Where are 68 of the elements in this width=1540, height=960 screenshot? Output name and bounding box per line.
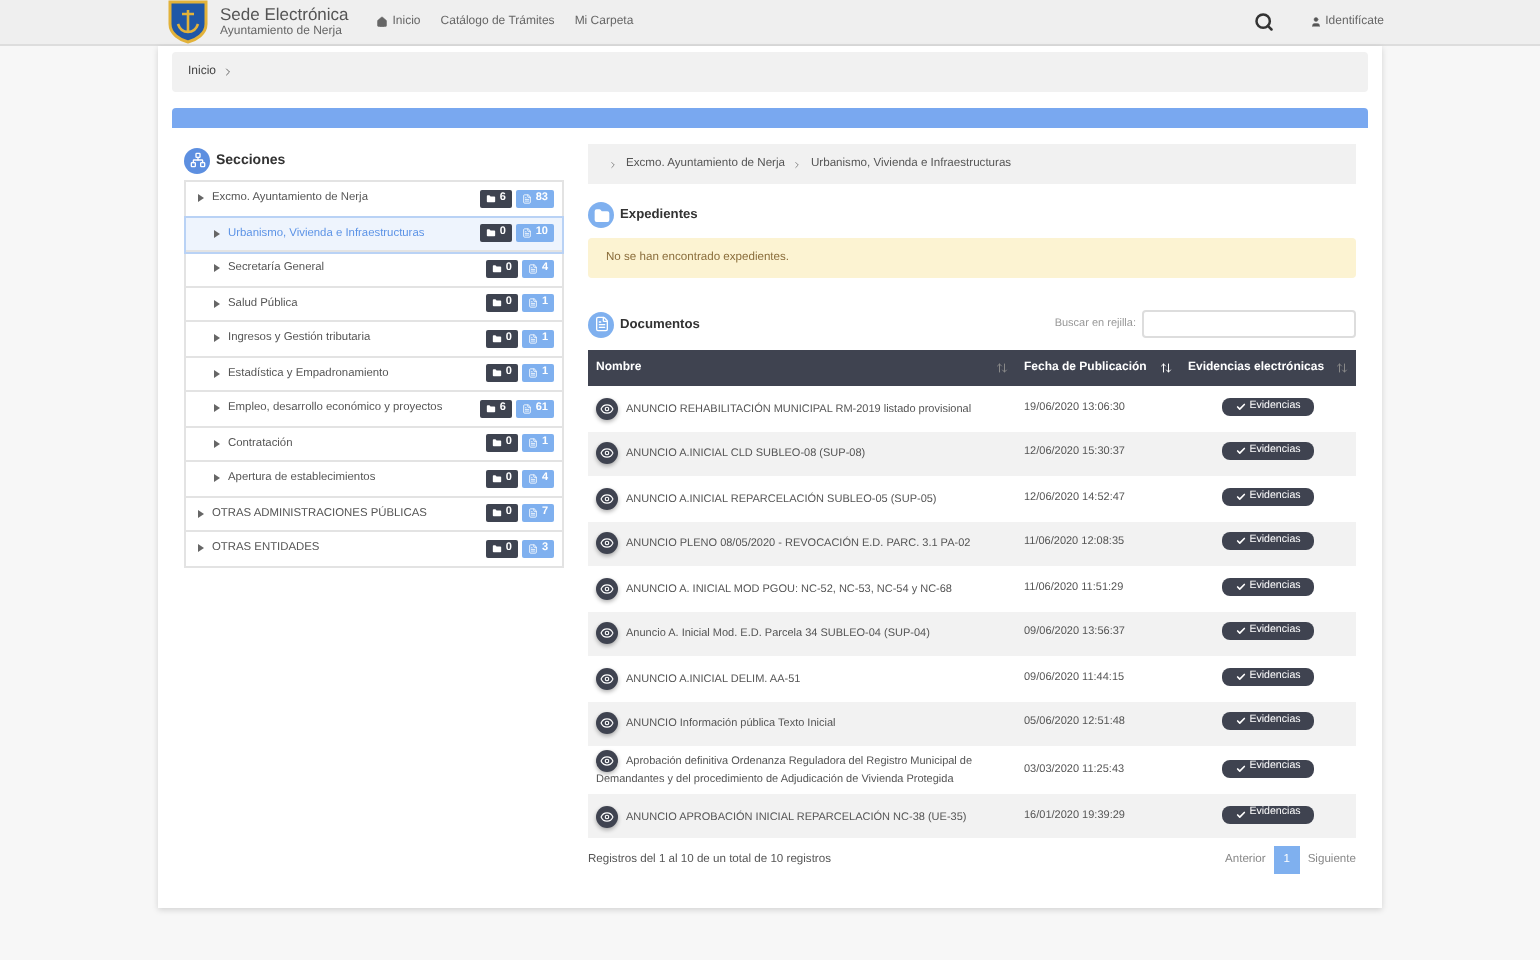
view-icon[interactable] (596, 667, 618, 690)
search-field[interactable] (1142, 310, 1356, 338)
check-icon (1235, 716, 1246, 727)
chevron-icon (222, 66, 235, 78)
caret-icon (212, 439, 220, 448)
check-icon (1235, 581, 1246, 592)
caret-icon (212, 369, 220, 378)
check-icon (1235, 763, 1246, 773)
sort-icon (996, 362, 1008, 374)
view-icon[interactable] (596, 750, 618, 772)
view-icon[interactable] (596, 532, 618, 555)
view-icon[interactable] (596, 487, 618, 510)
folder-icon (491, 368, 502, 379)
sitemap-icon (184, 147, 210, 173)
chevron-icon (608, 159, 618, 169)
caret-icon (196, 509, 204, 518)
document-icon (521, 193, 532, 204)
caret-icon (212, 334, 220, 343)
folder-icon (491, 473, 502, 484)
caret-icon (212, 229, 220, 238)
caret-icon (212, 299, 220, 308)
folder-icon (485, 193, 496, 204)
document-icon (527, 508, 538, 519)
folder-icon (491, 263, 502, 274)
site-title: Sede Electrónica (220, 5, 349, 23)
document-icon (521, 228, 532, 239)
user-icon (1309, 16, 1322, 28)
check-icon (1235, 536, 1246, 547)
caret-icon (212, 404, 220, 413)
view-icon[interactable] (596, 442, 618, 465)
document-icon (527, 438, 538, 449)
check-icon (1235, 671, 1246, 682)
folder-icon (485, 228, 496, 239)
view-icon[interactable] (596, 397, 618, 420)
sort-icon (1160, 362, 1172, 374)
view-icon[interactable] (596, 712, 618, 735)
folder-icon (491, 298, 502, 309)
document-icon (527, 368, 538, 379)
folder-icon (485, 403, 496, 414)
check-icon (1235, 626, 1246, 637)
check-icon (1235, 491, 1246, 502)
caret-icon (212, 264, 220, 273)
document-icon (521, 403, 532, 414)
check-icon (1235, 809, 1246, 820)
folder-icon (491, 333, 502, 344)
document-icon (527, 298, 538, 309)
view-icon[interactable] (596, 805, 618, 828)
folder-icon (491, 438, 502, 449)
search-icon[interactable] (1253, 12, 1274, 32)
shield-logo-icon (168, 0, 208, 44)
folder-icon (491, 508, 502, 519)
caret-icon (196, 194, 204, 203)
home-icon (376, 16, 389, 28)
document-icon (527, 263, 538, 274)
view-icon[interactable] (596, 622, 618, 645)
chevron-icon (792, 159, 803, 169)
caret-icon (196, 544, 204, 553)
document-icon (527, 333, 538, 344)
document-icon (527, 473, 538, 484)
folder-icon (588, 202, 614, 228)
caret-icon (212, 474, 220, 483)
document-icon (588, 311, 614, 337)
sort-icon (1336, 362, 1348, 374)
folder-icon (491, 543, 502, 554)
check-icon (1235, 401, 1246, 412)
document-icon (527, 543, 538, 554)
view-icon[interactable] (596, 577, 618, 600)
check-icon (1235, 446, 1246, 457)
